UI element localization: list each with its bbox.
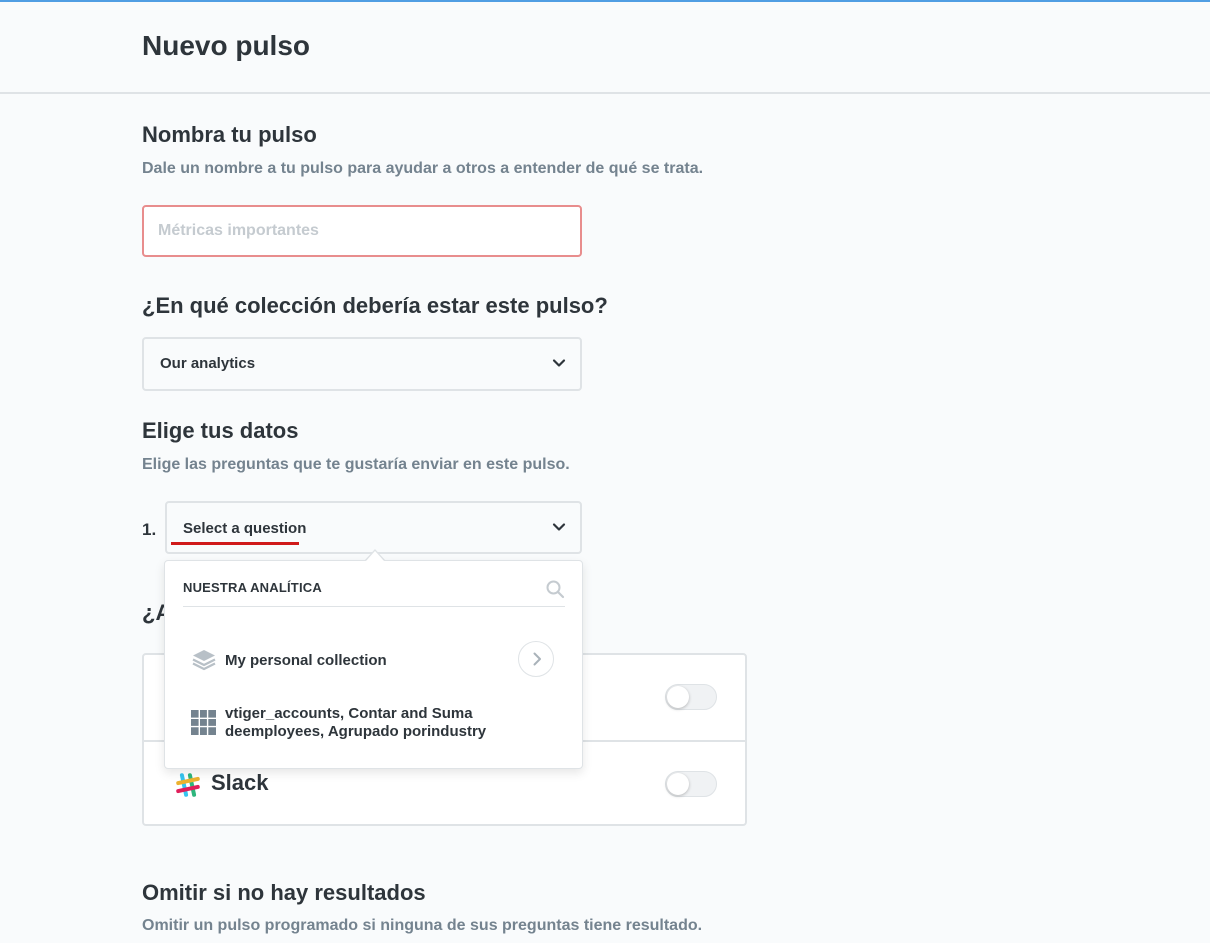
- popover-item-line2: deemployees, Agrupado porindustry: [225, 723, 487, 740]
- skip-section-subtitle: Omitir un pulso programado si ninguna de…: [142, 917, 703, 934]
- popover-arrow-fill: [366, 551, 384, 561]
- question-number: 1.: [142, 520, 157, 539]
- chevron-down-icon: [552, 359, 566, 367]
- open-collection-button[interactable]: [518, 641, 554, 677]
- data-section-title: Elige tus datos: [142, 418, 299, 443]
- popover-collection-name: NUESTRA ANALÍTICA: [183, 580, 322, 595]
- page-header: Nuevo pulso: [0, 2, 1210, 94]
- table-grid-icon: [191, 710, 216, 735]
- collection-select[interactable]: Our analytics: [142, 337, 582, 391]
- chevron-down-icon: [552, 523, 566, 531]
- name-section-subtitle: Dale un nombre a tu pulso para ayudar a …: [142, 160, 704, 177]
- popover-item-question[interactable]: vtiger_accounts, Contar and Suma deemplo…: [165, 701, 582, 747]
- search-icon[interactable]: [545, 579, 565, 599]
- page-title: Nuevo pulso: [142, 30, 311, 61]
- collection-select-value: Our analytics: [160, 355, 256, 372]
- toggle-knob: [667, 686, 689, 708]
- slack-channel-toggle[interactable]: [665, 771, 717, 797]
- pulse-name-input[interactable]: [142, 205, 582, 257]
- popover-header: NUESTRA ANALÍTICA: [183, 579, 565, 607]
- name-section-title: Nombra tu pulso: [142, 122, 317, 147]
- question-picker-popover: NUESTRA ANALÍTICA My personal collection…: [164, 560, 583, 769]
- popover-item-line1: vtiger_accounts, Contar and Suma: [225, 705, 473, 722]
- toggle-knob: [667, 773, 689, 795]
- skip-section-title: Omitir si no hay resultados: [142, 880, 426, 905]
- question-select[interactable]: Select a question: [165, 501, 582, 554]
- collection-stack-icon: [192, 650, 216, 671]
- email-channel-toggle[interactable]: [665, 684, 717, 710]
- collection-section-title: ¿En qué colección debería estar este pul…: [142, 293, 608, 318]
- data-section-subtitle: Elige las preguntas que te gustaría envi…: [142, 456, 570, 473]
- slack-channel-label: Slack: [211, 770, 269, 795]
- popover-item-label: My personal collection: [225, 652, 387, 669]
- chevron-right-icon: [533, 652, 541, 666]
- validation-underline: [171, 542, 299, 545]
- slack-icon: [176, 773, 200, 797]
- question-select-label: Select a question: [183, 520, 307, 537]
